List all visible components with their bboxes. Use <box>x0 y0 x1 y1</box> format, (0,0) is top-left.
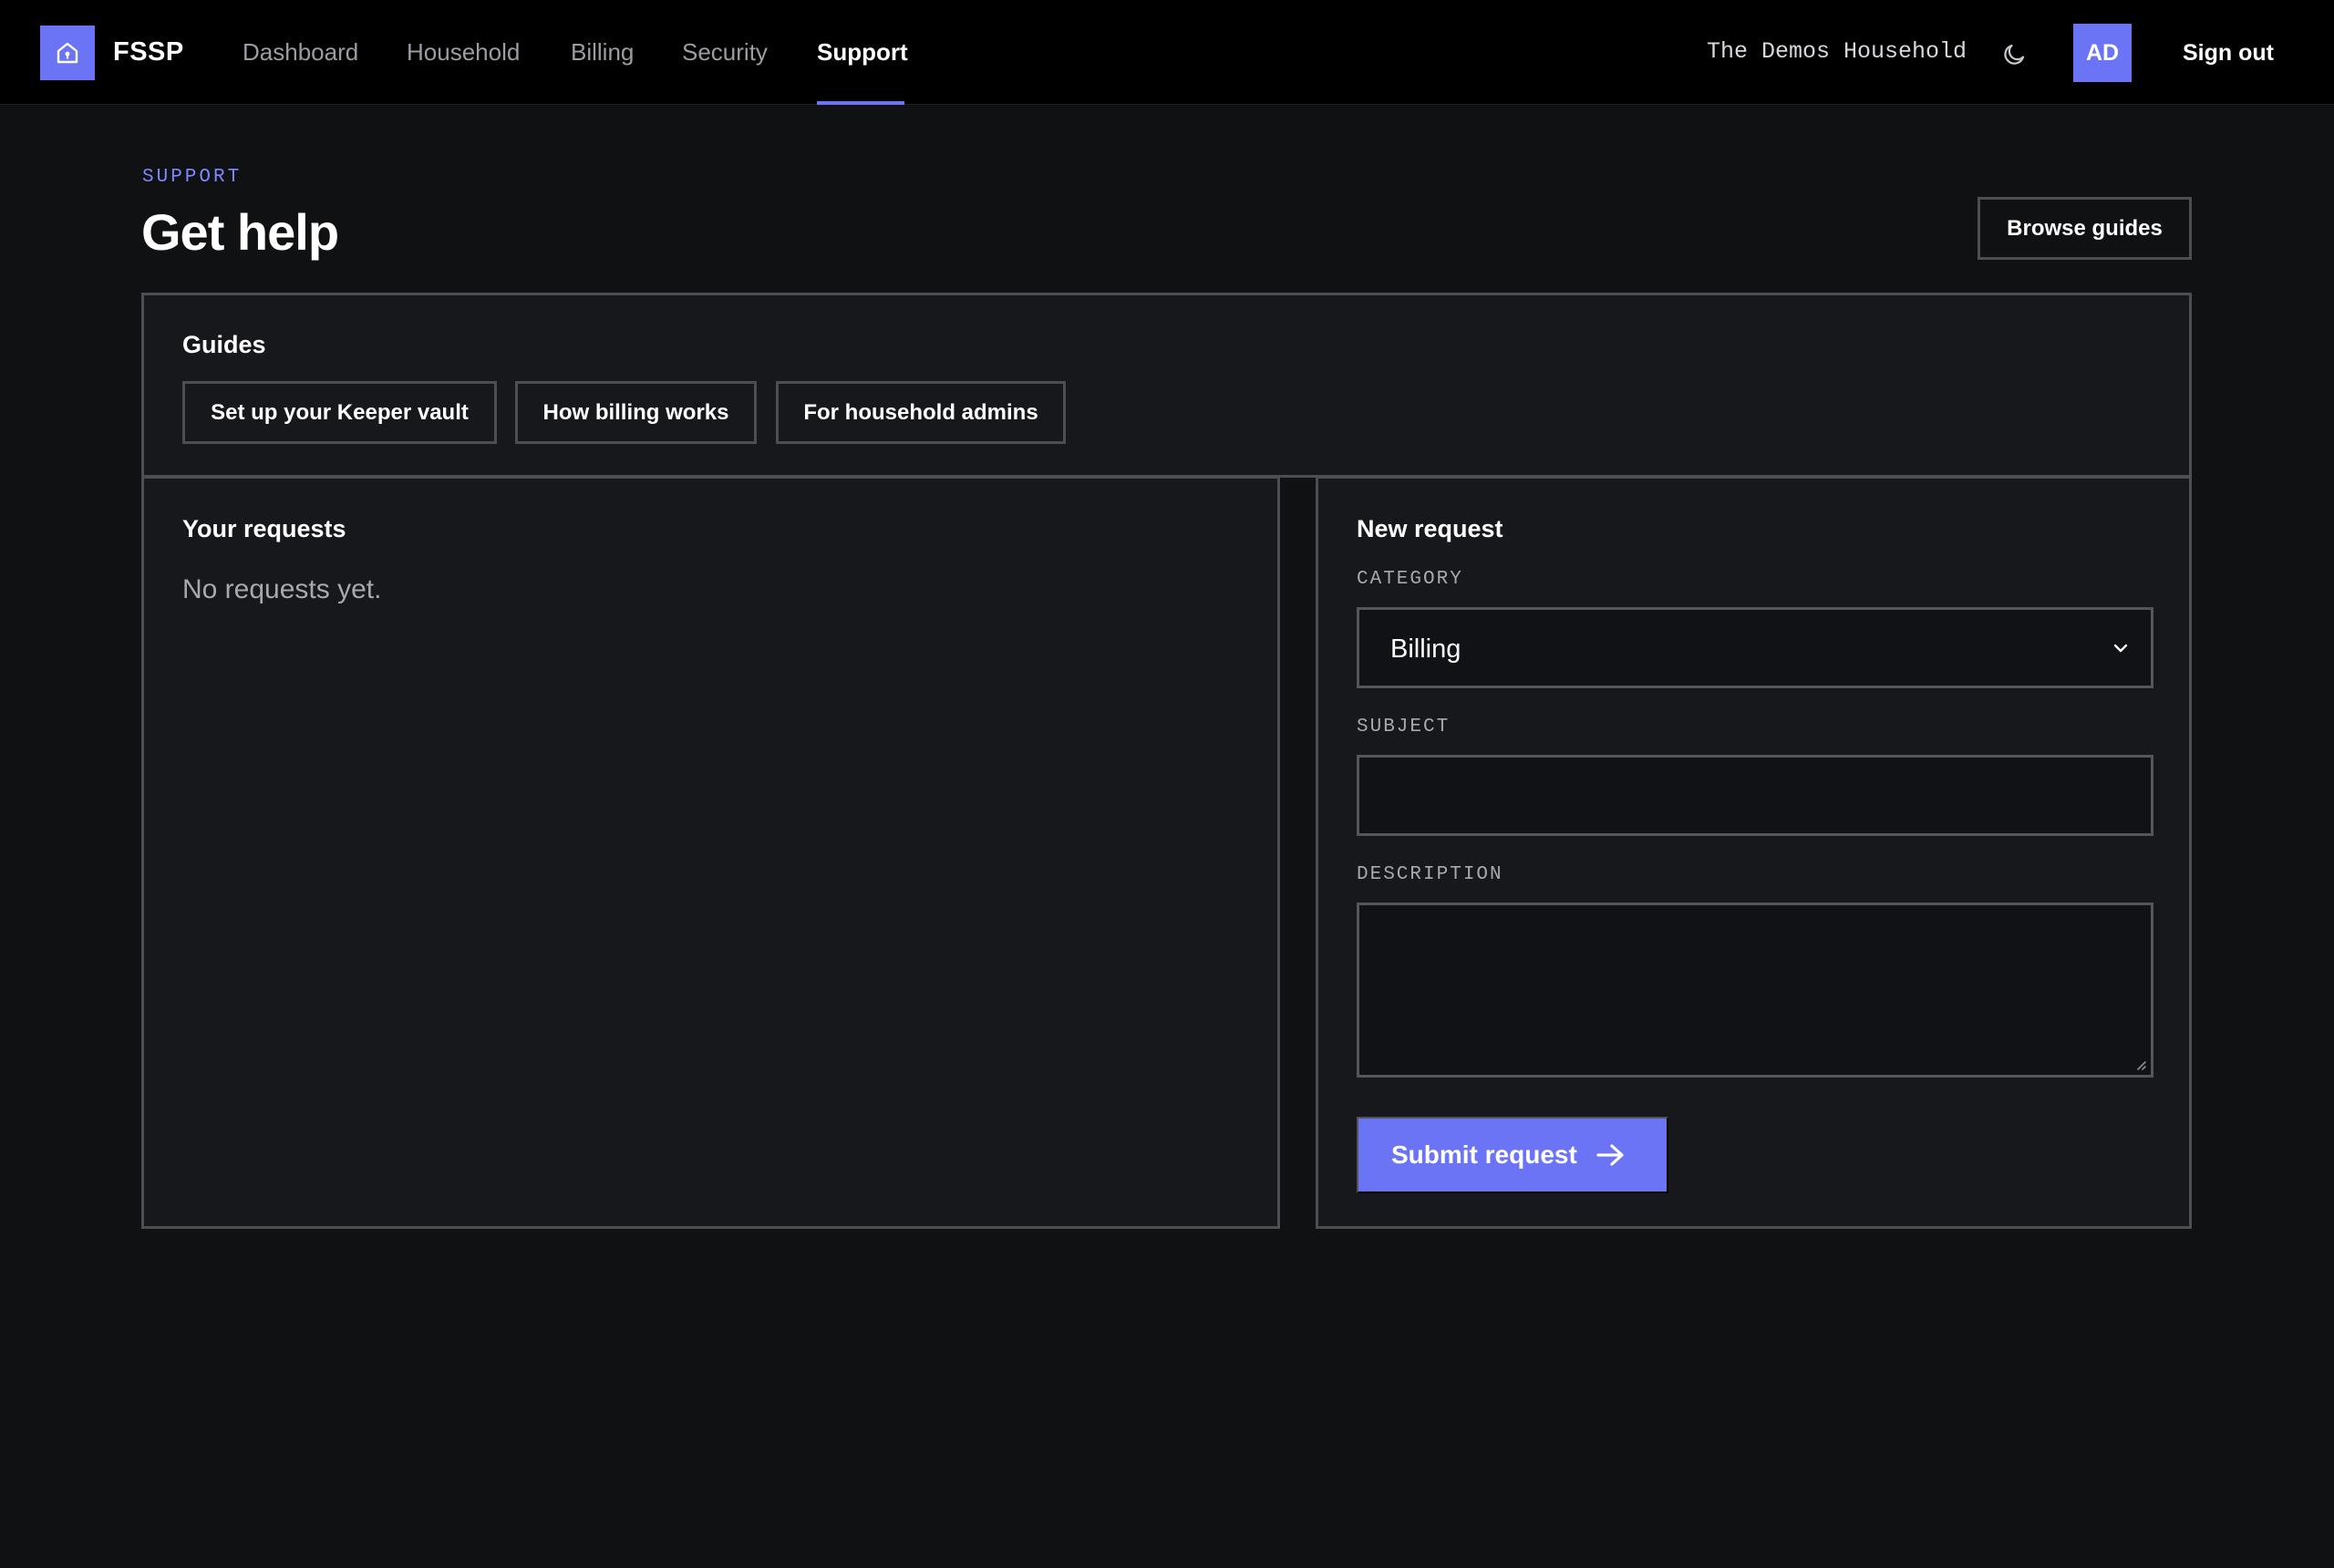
brand-name[interactable]: FSSP <box>113 36 184 67</box>
guide-billing[interactable]: How billing works <box>515 381 757 444</box>
home-lock-icon[interactable] <box>40 26 95 80</box>
guide-household-admins[interactable]: For household admins <box>776 381 1066 444</box>
chevron-down-icon <box>2113 644 2128 653</box>
category-select[interactable]: Billing <box>1357 607 2153 688</box>
empty-requests-text: No requests yet. <box>182 574 382 604</box>
your-requests-title: Your requests <box>182 515 346 542</box>
submit-request-label: Submit request <box>1391 1140 1577 1169</box>
description-textarea[interactable] <box>1357 903 2153 1078</box>
your-requests-panel: Your requests No requests yet. <box>141 476 1280 1229</box>
description-label: DESCRIPTION <box>1357 864 1503 885</box>
category-select-value: Billing <box>1390 634 1461 664</box>
guide-keeper-vault[interactable]: Set up your Keeper vault <box>182 381 497 444</box>
avatar[interactable]: AD <box>2073 24 2132 82</box>
nav-security[interactable]: Security <box>682 36 768 67</box>
new-request-title: New request <box>1357 515 1503 542</box>
household-name: The Demos Household <box>1707 38 1967 65</box>
submit-request-button[interactable]: Submit request <box>1357 1117 1668 1193</box>
guides-panel: Guides Set up your Keeper vault How bill… <box>141 293 2192 478</box>
arrow-right-icon <box>1596 1144 1624 1166</box>
sign-out-button[interactable]: Sign out <box>2183 38 2274 67</box>
top-nav-bar: FSSP Dashboard Household Billing Securit… <box>0 0 2334 105</box>
page-title: Get help <box>141 203 339 261</box>
subject-label: SUBJECT <box>1357 717 1451 738</box>
nav-active-indicator <box>817 101 904 105</box>
category-label: CATEGORY <box>1357 569 1463 590</box>
new-request-panel: New request CATEGORY Billing SUBJECT DES… <box>1316 476 2192 1229</box>
nav-dashboard[interactable]: Dashboard <box>243 36 358 67</box>
page-eyebrow: SUPPORT <box>142 167 243 188</box>
guides-title: Guides <box>182 331 266 358</box>
subject-input[interactable] <box>1357 755 2153 836</box>
nav-billing[interactable]: Billing <box>571 36 634 67</box>
resize-grip-icon[interactable] <box>2134 1058 2147 1071</box>
nav-support[interactable]: Support <box>817 36 908 67</box>
nav-household[interactable]: Household <box>407 36 520 67</box>
moon-icon[interactable] <box>1999 38 2030 69</box>
browse-guides-button[interactable]: Browse guides <box>1978 197 2192 260</box>
